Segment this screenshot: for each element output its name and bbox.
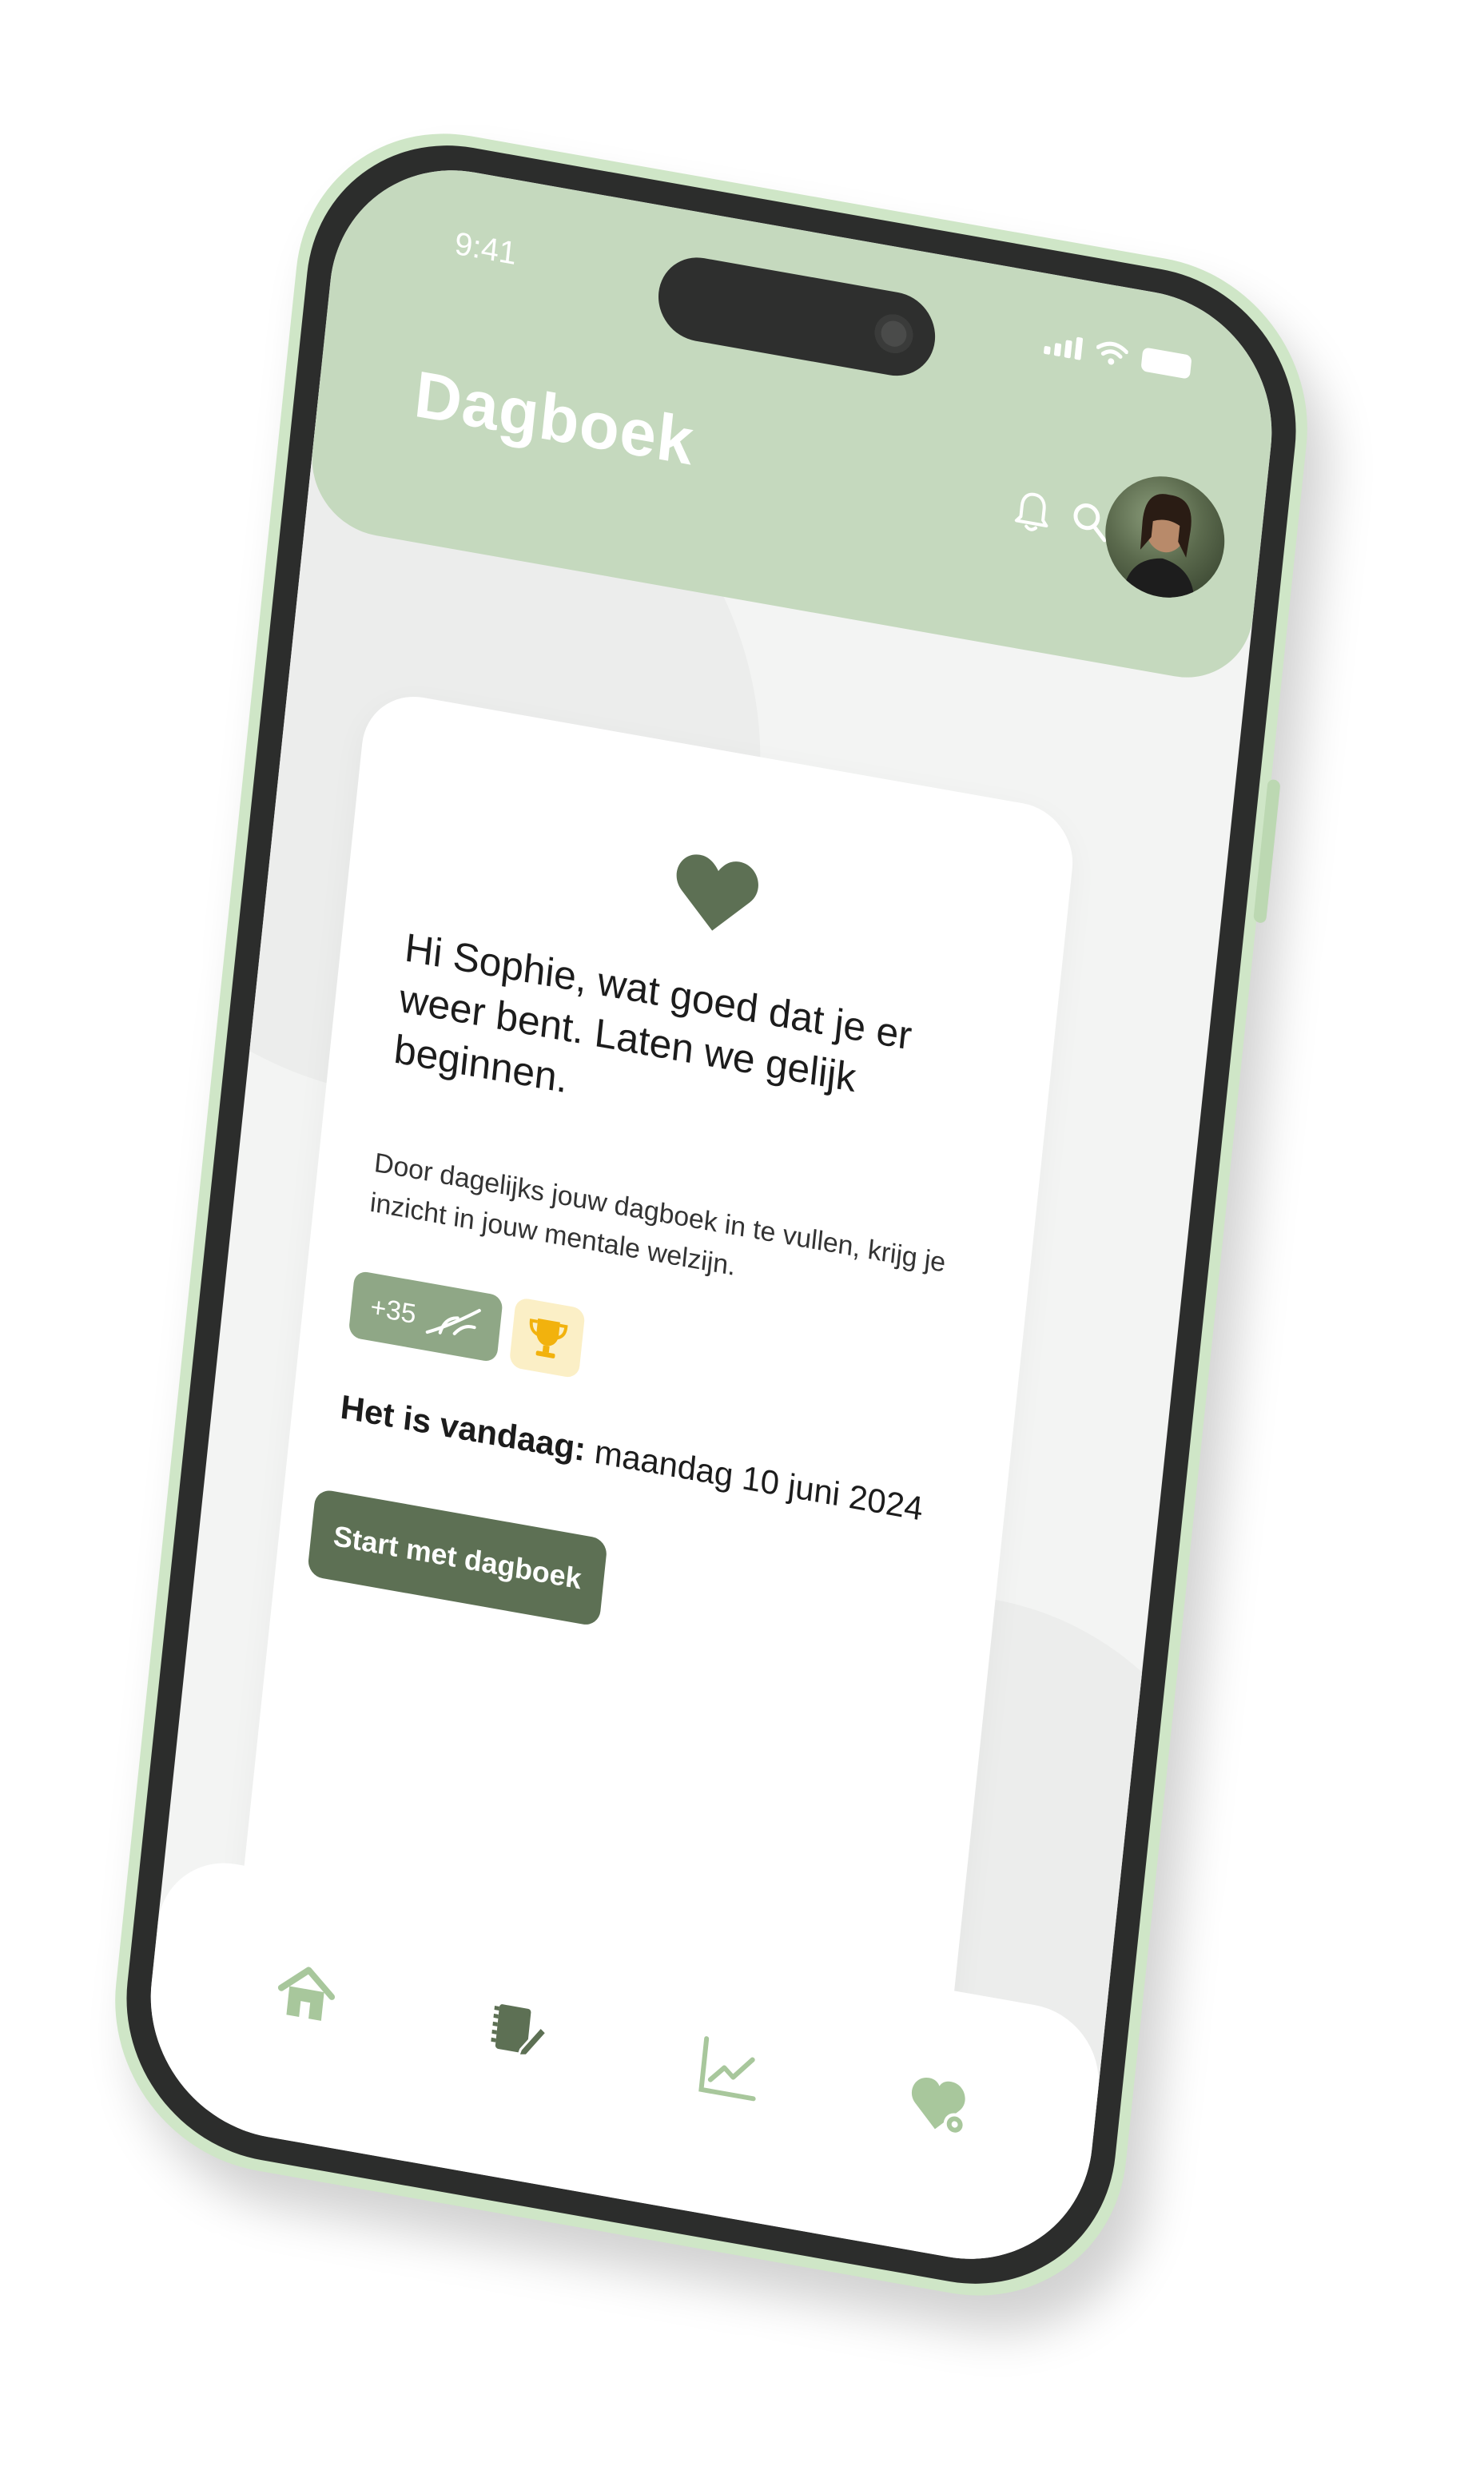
phone-device: 9:41 Dagboek Hi Sophie, wat goed dat je … [99,108,1323,2321]
avatar[interactable] [1099,467,1231,607]
home-icon [277,1967,336,2021]
avatar-portrait [1123,494,1195,603]
header-actions [1013,487,1112,547]
badges-row: +35 [348,1268,586,1379]
bell-icon[interactable] [1013,487,1052,535]
heart-icon [676,854,758,931]
tab-statistics[interactable] [690,2027,768,2110]
heart-settings-icon [911,2078,966,2136]
wifi-icon [1096,341,1129,365]
camera-icon [873,311,915,356]
today-label: Het is vandaag: [338,1387,588,1469]
tab-wellbeing-settings[interactable] [901,2064,980,2148]
tab-journal[interactable] [479,1989,557,2073]
points-badge: +35 [348,1270,503,1363]
trophy-badge [508,1296,586,1379]
page-title: Dagboek [411,357,698,479]
journal-card: Hi Sophie, wat goed dat je er weer bent.… [237,687,1079,2053]
status-icons [1043,330,1192,380]
tab-home[interactable] [267,1952,345,2036]
journal-icon [491,2004,548,2058]
stage: 9:41 Dagboek Hi Sophie, wat goed dat je … [0,0,1484,2474]
signal-icon [1043,332,1084,360]
greeting-text: Hi Sophie, wat goed dat je er weer bent.… [392,925,914,1102]
today-value: maandag 10 juni 2024 [592,1432,925,1528]
chart-icon [698,2036,756,2102]
dynamic-island [654,251,940,383]
start-journal-button[interactable]: Start met dagboek [307,1488,608,1628]
status-time: 9:41 [452,225,519,272]
battery-icon [1140,347,1192,380]
trophy-icon [529,1318,568,1358]
points-value: +35 [368,1291,418,1330]
leaf-icon [425,1308,481,1335]
